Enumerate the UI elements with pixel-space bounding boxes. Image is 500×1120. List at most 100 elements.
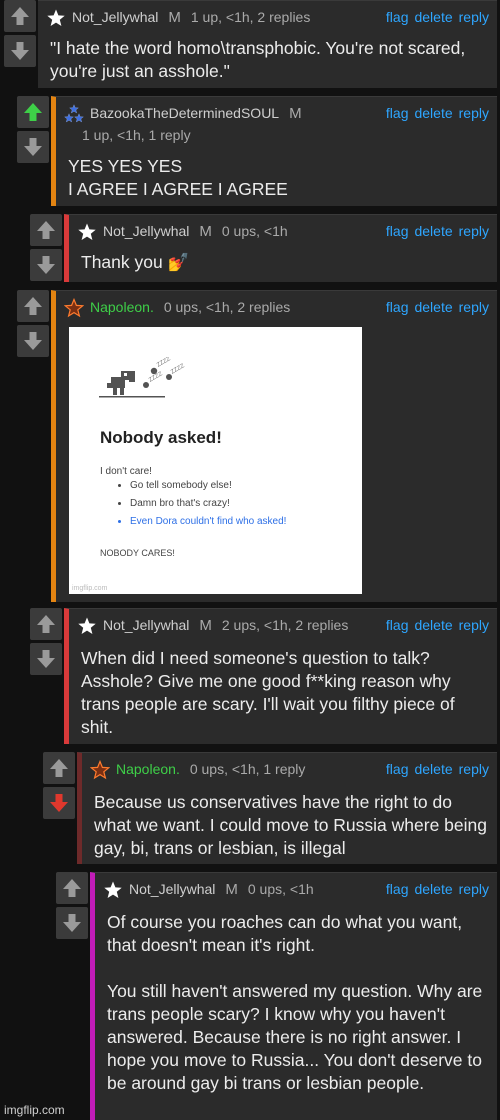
reply-link[interactable]: reply — [459, 299, 489, 315]
username-link[interactable]: Not_Jellywhal M 0 ups, <1h — [103, 223, 288, 240]
comment-4: Napoleon. 0 ups, <1h, 2 replies flag delet… — [17, 290, 497, 602]
comment-box: Not_Jellywhal M 2 ups, <1h, 2 replies flag… — [64, 608, 497, 744]
meme-bullet-link: Even Dora couldn't find who asked! — [130, 513, 286, 531]
comment-meta: 1 up, <1h, 1 reply — [82, 127, 191, 143]
downvote-button[interactable] — [30, 249, 62, 281]
comment-text: Because us conservatives have the right … — [94, 792, 487, 858]
vote-controls — [4, 0, 36, 67]
comment-box: Napoleon. 0 ups, <1h, 1 reply flag delete r… — [77, 752, 497, 864]
reply-link[interactable]: reply — [459, 881, 489, 897]
reply-link[interactable]: reply — [459, 223, 489, 239]
comment-actions: flag delete reply — [380, 223, 489, 239]
username-link[interactable]: Napoleon. 0 ups, <1h, 1 reply — [116, 761, 305, 777]
arrow-up-icon — [10, 6, 30, 26]
delete-link[interactable]: delete — [414, 617, 452, 633]
flag-link[interactable]: flag — [386, 617, 409, 633]
username-link[interactable]: Not_Jellywhal M 2 ups, <1h, 2 replies — [103, 617, 348, 634]
comment-header: Not_Jellywhal M 1 up, <1h, 2 replies flag d… — [46, 8, 489, 28]
meme-title: Nobody asked! — [100, 428, 222, 447]
comment-text: When did I need someone's question to ta… — [81, 648, 455, 737]
mod-badge: M — [289, 105, 302, 122]
comment-box: Napoleon. 0 ups, <1h, 2 replies flag delet… — [51, 290, 497, 602]
upvote-button[interactable] — [17, 290, 49, 322]
flag-link[interactable]: flag — [386, 223, 409, 239]
flag-link[interactable]: flag — [386, 105, 409, 121]
upvote-button[interactable] — [4, 0, 36, 32]
username-link[interactable]: Napoleon. 0 ups, <1h, 2 replies — [90, 299, 290, 315]
arrow-down-icon — [10, 41, 30, 61]
comment-header: Napoleon. 0 ups, <1h, 1 reply flag delete r… — [90, 760, 489, 780]
comment-3: Not_Jellywhal M 0 ups, <1h flag delete reply… — [30, 214, 497, 282]
meme-watermark: imgflip.com — [72, 585, 108, 592]
downvote-button[interactable] — [30, 643, 62, 675]
meme-footer: NOBODY CARES! — [100, 548, 175, 558]
comment-meta: 1 up, <1h, 2 replies — [190, 9, 311, 25]
comment-5: Not_Jellywhal M 2 ups, <1h, 2 replies flag… — [30, 608, 497, 744]
comment-box: Not_Jellywhal M 1 up, <1h, 2 replies flag d… — [38, 0, 497, 88]
reply-link[interactable]: reply — [459, 105, 489, 121]
arrow-down-icon — [36, 649, 56, 669]
arrow-down-icon — [62, 913, 82, 933]
arrow-up-icon — [23, 296, 43, 316]
upvote-button[interactable] — [30, 608, 62, 640]
comment-box: Not_Jellywhal M 0 ups, <1h flag delete reply… — [90, 872, 497, 1120]
upvote-button[interactable] — [30, 214, 62, 246]
delete-link[interactable]: delete — [414, 223, 452, 239]
comment-text: Thank you 💅 — [81, 252, 190, 272]
reply-link[interactable]: reply — [459, 9, 489, 25]
svg-text:ZZZZ: ZZZZ — [170, 363, 186, 376]
arrow-up-icon — [36, 614, 56, 634]
downvote-button[interactable] — [4, 35, 36, 67]
delete-link[interactable]: delete — [414, 299, 452, 315]
white-star-icon — [103, 880, 123, 900]
arrow-down-icon — [23, 331, 43, 351]
username-link[interactable]: Not_Jellywhal M 1 up, <1h, 2 replies — [72, 9, 310, 26]
blue-triple-star-icon — [64, 104, 84, 123]
upvote-button-active[interactable] — [17, 96, 49, 128]
downvote-button-active[interactable] — [43, 787, 75, 819]
flag-link[interactable]: flag — [386, 761, 409, 777]
meme-image[interactable]: ZZZZ ZZZZ ZZZZ Nobody asked! I don't car… — [69, 327, 362, 594]
reply-link[interactable]: reply — [459, 617, 489, 633]
vote-controls — [30, 608, 62, 675]
comment-meta: 2 ups, <1h, 2 replies — [221, 617, 349, 633]
flag-link[interactable]: flag — [386, 881, 409, 897]
comment-meta: 0 ups, <1h — [221, 223, 288, 239]
vote-controls — [17, 96, 49, 163]
downvote-button[interactable] — [56, 907, 88, 939]
comment-actions: flag delete reply — [380, 299, 489, 315]
downvote-button[interactable] — [17, 325, 49, 357]
comment-header: BazookaTheDeterminedSOUL M flag delete repl… — [64, 104, 489, 124]
delete-link[interactable]: delete — [414, 881, 452, 897]
downvote-button[interactable] — [17, 131, 49, 163]
arrow-down-icon — [23, 137, 43, 157]
arrow-down-icon — [49, 793, 69, 813]
comment-header: Not_Jellywhal M 0 ups, <1h flag delete reply — [103, 880, 489, 900]
arrow-down-icon — [36, 255, 56, 275]
delete-link[interactable]: delete — [414, 761, 452, 777]
comment-7: Not_Jellywhal M 0 ups, <1h flag delete reply… — [56, 872, 497, 1120]
comment-text: Of course you roaches can do what you wa… — [107, 912, 483, 1093]
comment-actions: flag delete reply — [380, 9, 489, 25]
username-link[interactable]: BazookaTheDeterminedSOUL M — [90, 105, 302, 122]
mod-badge: M — [199, 223, 212, 240]
arrow-up-icon — [36, 220, 56, 240]
username-link[interactable]: Not_Jellywhal M 0 ups, <1h — [129, 881, 314, 898]
vote-controls — [17, 290, 49, 357]
comment-actions: flag delete reply — [380, 105, 489, 121]
arrow-up-icon — [49, 758, 69, 778]
upvote-button[interactable] — [43, 752, 75, 784]
upvote-button[interactable] — [56, 872, 88, 904]
comment-2: BazookaTheDeterminedSOUL M flag delete repl… — [17, 96, 497, 206]
reply-link[interactable]: reply — [459, 761, 489, 777]
delete-link[interactable]: delete — [414, 105, 452, 121]
comment-text: YES YES YES I AGREE I AGREE I AGREE — [68, 156, 288, 199]
white-star-icon — [46, 8, 66, 28]
comment-header: Not_Jellywhal M 2 ups, <1h, 2 replies flag… — [77, 616, 489, 636]
svg-text:ZZZZ: ZZZZ — [148, 371, 164, 384]
comment-meta: 0 ups, <1h, 1 reply — [189, 761, 306, 777]
flag-link[interactable]: flag — [386, 9, 409, 25]
delete-link[interactable]: delete — [414, 9, 452, 25]
flag-link[interactable]: flag — [386, 299, 409, 315]
mod-badge: M — [168, 9, 181, 26]
